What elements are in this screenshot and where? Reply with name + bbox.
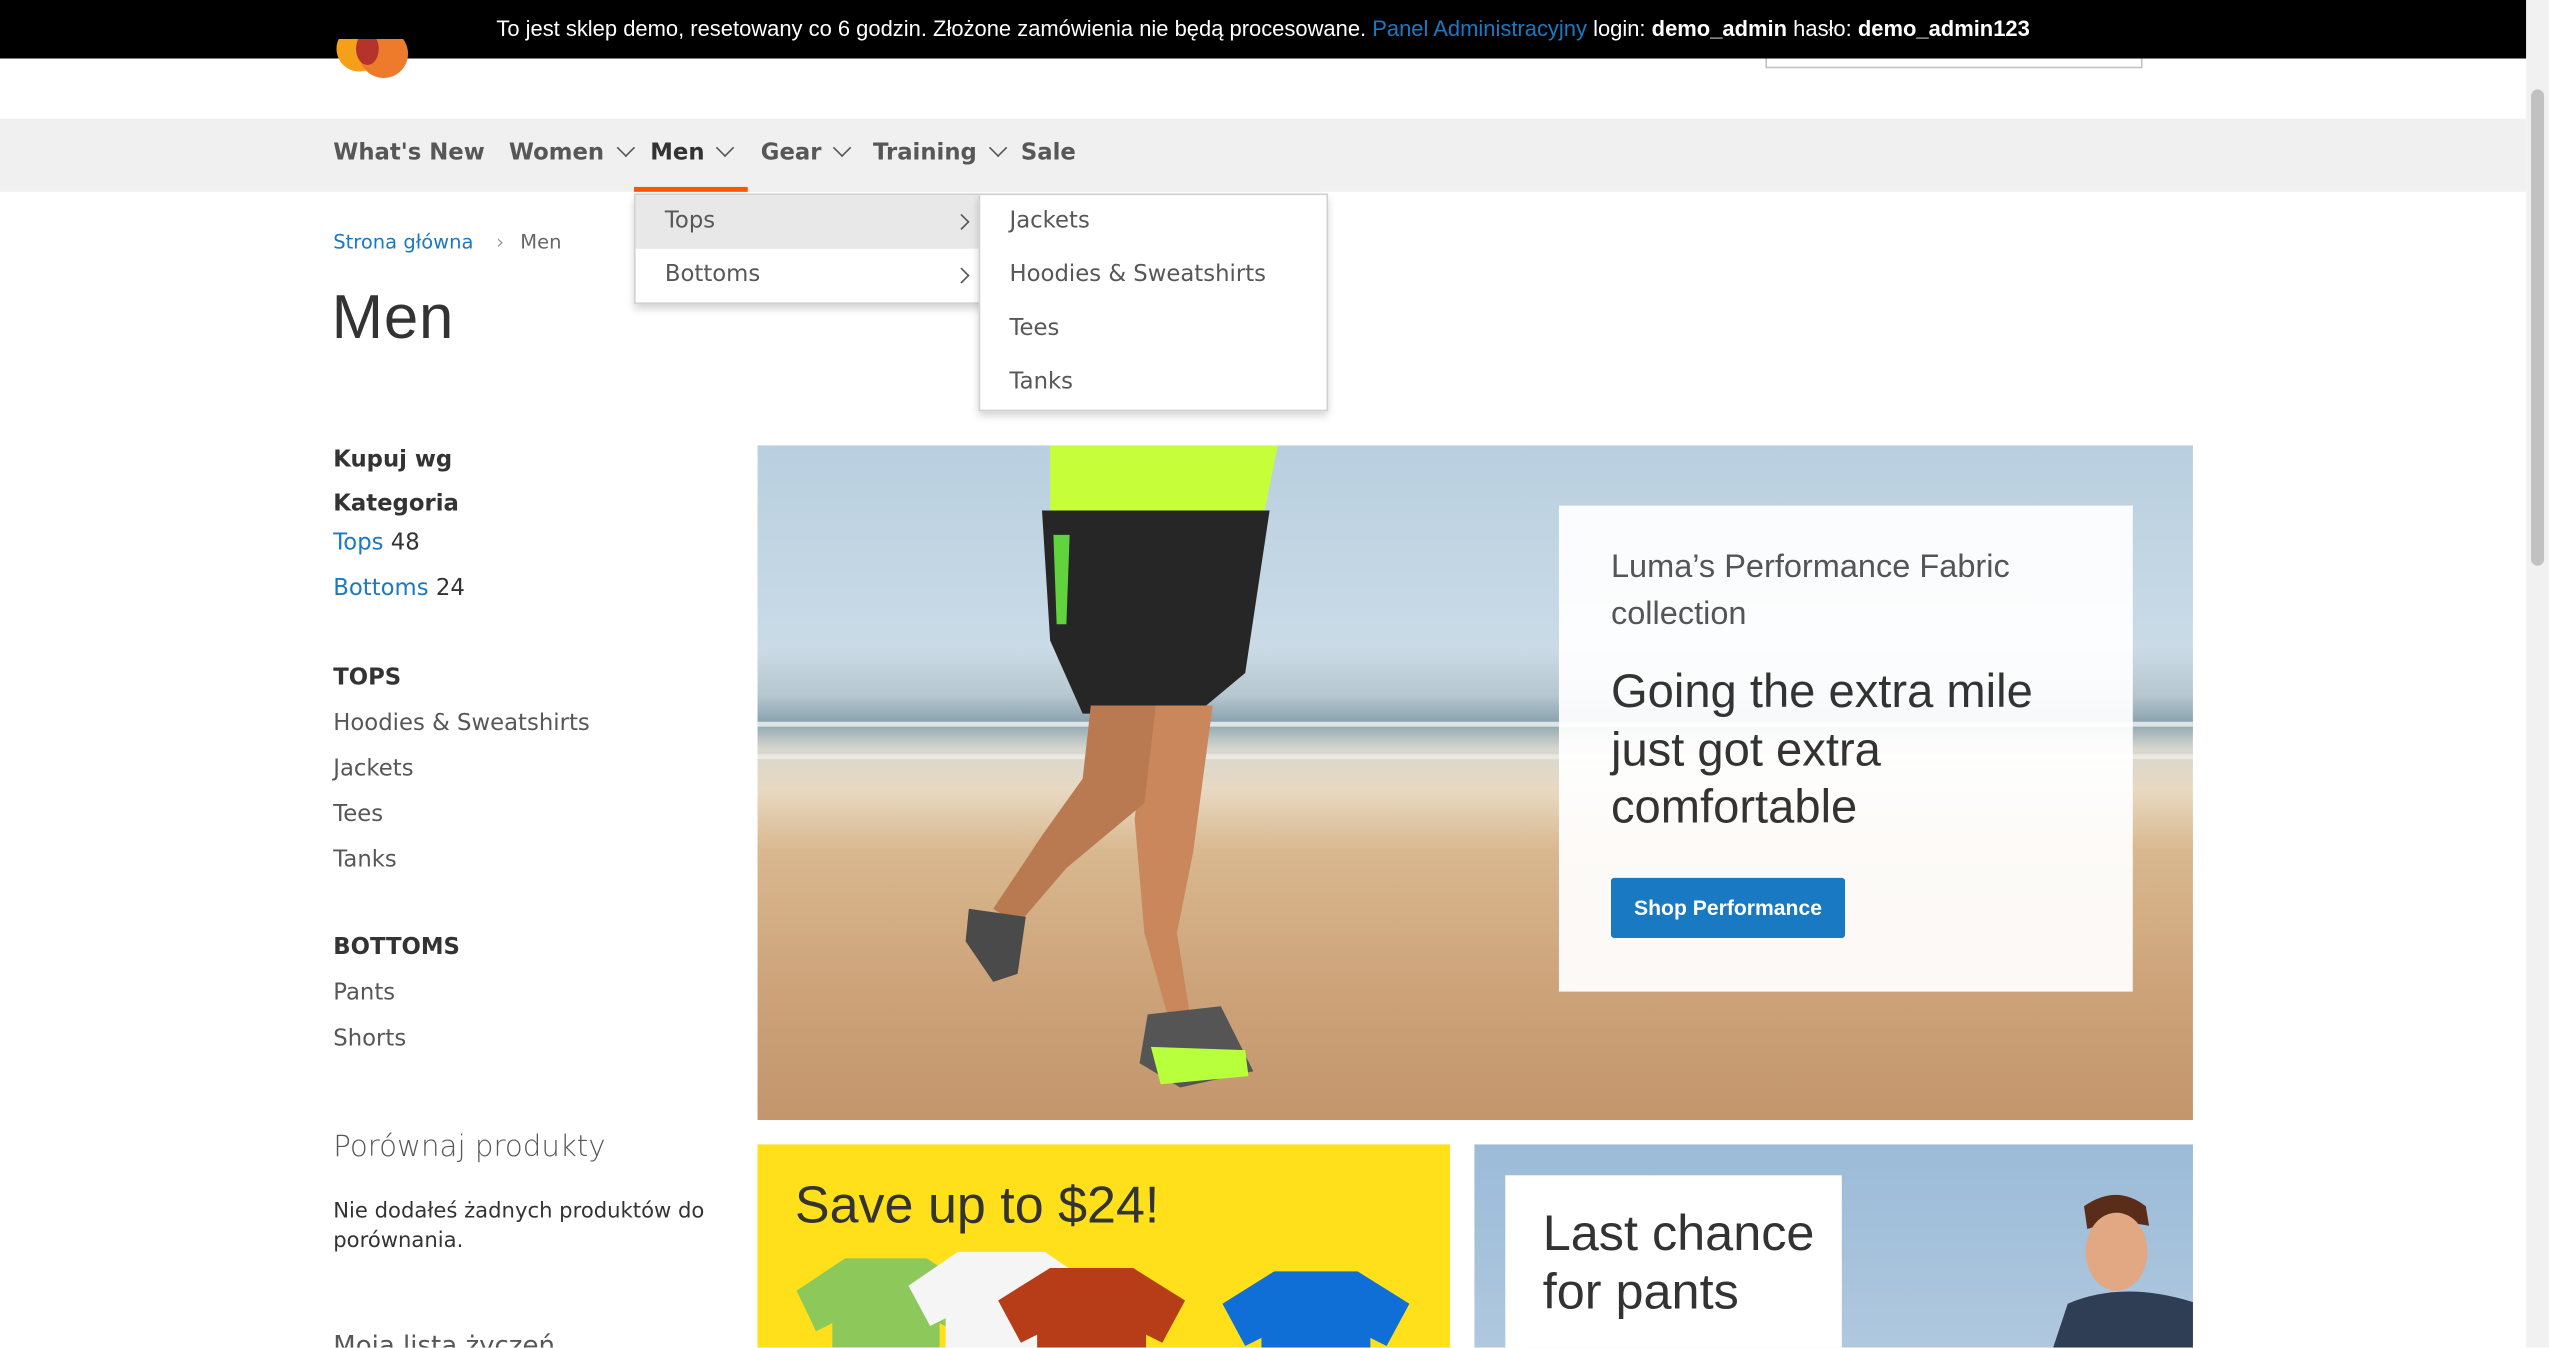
nav-item-label: Women	[508, 139, 605, 166]
nav-item-women[interactable]: Women	[508, 119, 635, 192]
red-tee-image	[998, 1267, 1186, 1348]
category-label[interactable]: Bottoms	[333, 575, 428, 601]
chevron-down-icon	[716, 138, 735, 158]
nav-item-label: Sale	[1020, 139, 1076, 166]
sidebar-link-shorts[interactable]: Shorts	[333, 1026, 406, 1052]
scrollbar-thumb[interactable]	[2531, 89, 2545, 566]
chevron-right-icon: ›	[496, 230, 505, 254]
breadcrumb: Strona główna › Men	[333, 231, 561, 254]
site-header	[0, 39, 2527, 119]
shop-by-heading: Kupuj wg	[333, 447, 453, 474]
compare-products-heading: Porównaj produkty	[333, 1129, 606, 1164]
promo-save-title: Save up to $24!	[794, 1175, 1160, 1234]
sidebar-link-hoodies[interactable]: Hoodies & Sweatshirts	[333, 710, 589, 736]
chevron-right-icon	[953, 267, 970, 284]
nav-item-training[interactable]: Training	[872, 119, 1008, 192]
search-input[interactable]	[1765, 58, 2143, 69]
category-count: 48	[390, 529, 420, 556]
submenu-item-hoodies[interactable]: Hoodies & Sweatshirts	[980, 249, 1326, 303]
breadcrumb-home-link[interactable]: Strona główna	[333, 231, 473, 254]
hero-headline: Going the extra mile just got extra comf…	[1610, 666, 2033, 834]
nav-item-gear[interactable]: Gear	[760, 119, 852, 192]
blue-tee-image	[1222, 1271, 1410, 1348]
nav-item-label: Men	[650, 139, 705, 166]
promo-tile-pants[interactable]: Last chance for pants	[1474, 1144, 2193, 1348]
bottoms-heading: BOTTOMS	[333, 934, 460, 961]
nav-item-label: What's New	[333, 139, 485, 166]
category-filter-item-bottoms[interactable]: Bottoms 24	[333, 575, 465, 601]
model-image	[2053, 1194, 2193, 1348]
chevron-down-icon	[616, 138, 635, 158]
login-label: login:	[1593, 16, 1646, 41]
chevron-right-icon	[953, 213, 970, 230]
men-dropdown-menu: Tops Bottoms	[633, 193, 984, 304]
submenu-item-tees[interactable]: Tees	[980, 302, 1326, 356]
promo-pants-box: Last chance for pants	[1505, 1175, 1842, 1348]
admin-panel-link[interactable]: Panel Administracyjny	[1372, 16, 1587, 40]
hero-promo-box: Luma’s Performance Fabric collection Goi…	[1558, 505, 2133, 992]
menu-item-label: Tops	[664, 208, 716, 235]
submenu-item-jackets[interactable]: Jackets	[980, 195, 1326, 249]
compare-empty-message: Nie dodałeś żadnych produktów do porówna…	[333, 1199, 705, 1254]
tops-submenu: Jackets Hoodies & Sweatshirts Tees Tanks	[978, 193, 1329, 412]
menu-item-label: Bottoms	[664, 261, 761, 288]
page-scrollbar[interactable]	[2526, 0, 2549, 1348]
tops-heading: TOPS	[333, 664, 402, 691]
category-label[interactable]: Tops	[333, 530, 383, 556]
runner-image	[965, 445, 1278, 1088]
category-filter-item-tops[interactable]: Tops 48	[333, 530, 419, 556]
sidebar-link-tees[interactable]: Tees	[333, 801, 383, 827]
password-label: hasło:	[1793, 16, 1852, 41]
menu-item-bottoms[interactable]: Bottoms	[636, 249, 982, 303]
nav-item-sale[interactable]: Sale	[1021, 119, 1076, 192]
nav-item-label: Gear	[760, 139, 822, 166]
sidebar-link-tanks[interactable]: Tanks	[333, 847, 397, 873]
menu-item-tops[interactable]: Tops	[635, 195, 982, 249]
category-count: 24	[435, 575, 465, 602]
login-value: demo_admin	[1651, 16, 1788, 41]
sidebar-link-jackets[interactable]: Jackets	[333, 756, 413, 782]
password-value: demo_admin123	[1857, 16, 2030, 41]
nav-item-men[interactable]: Men	[633, 119, 749, 192]
breadcrumb-current: Men	[520, 230, 562, 254]
submenu-item-tanks[interactable]: Tanks	[980, 356, 1326, 410]
nav-item-whats-new[interactable]: What's New	[333, 119, 484, 192]
demo-notice-text: To jest sklep demo, resetowany co 6 godz…	[496, 16, 1367, 41]
shop-performance-button[interactable]: Shop Performance	[1610, 877, 1846, 938]
page-title: Men	[331, 284, 455, 353]
sidebar-link-pants[interactable]: Pants	[333, 980, 395, 1006]
store-logo[interactable]	[333, 39, 409, 81]
hero-subtitle: Luma’s Performance Fabric collection	[1610, 549, 2010, 633]
chevron-down-icon	[988, 138, 1008, 158]
category-filter-heading: Kategoria	[333, 490, 459, 517]
chevron-down-icon	[833, 138, 852, 158]
nav-item-label: Training	[872, 139, 977, 166]
promo-tile-save[interactable]: Save up to $24!	[757, 1144, 1451, 1348]
main-navigation: What's New Women Men Gear Training Sale	[0, 118, 2527, 192]
page: To jest sklep demo, resetowany co 6 godz…	[0, 0, 2549, 1348]
hero-banner[interactable]: Luma’s Performance Fabric collection Goi…	[757, 445, 2193, 1121]
wishlist-heading: Moja lista życzeń	[333, 1329, 555, 1348]
promo-pants-title: Last chance for pants	[1542, 1204, 1815, 1320]
